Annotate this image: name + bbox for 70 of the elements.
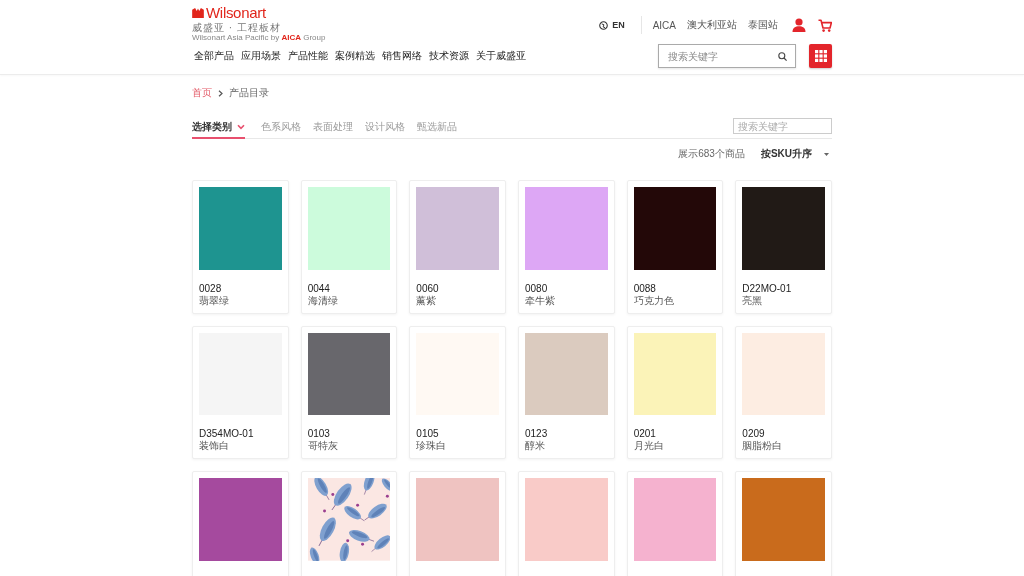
product-card[interactable]: 0123 醇米 — [518, 325, 615, 460]
product-name: 薰紫 — [416, 294, 438, 306]
brand-name: Wilsonart — [206, 5, 266, 21]
nav-link[interactable]: 产品性能 — [288, 44, 328, 68]
result-count: 展示683个商品 — [678, 147, 745, 161]
site-link[interactable]: 泰国站 — [748, 18, 778, 32]
product-name: 牵牛紫 — [525, 294, 556, 306]
logo-icon — [192, 8, 204, 18]
product-name: 海清绿 — [307, 294, 339, 306]
product-code: 0105 — [416, 428, 440, 440]
product-card[interactable]: 0103 哥特灰 — [300, 325, 398, 460]
brand-subline: Wilsonart Asia Pacific by AICA Group — [192, 33, 326, 43]
cart-icon[interactable] — [818, 18, 832, 32]
product-card[interactable] — [300, 471, 398, 576]
product-code: 0080 — [525, 282, 549, 295]
nav-link[interactable]: 应用场景 — [241, 44, 281, 68]
globe-icon — [599, 20, 609, 30]
search-field[interactable]: 搜索关键字 — [658, 44, 796, 68]
search-field[interactable]: 搜索关键字 — [733, 118, 832, 134]
nav-link[interactable]: 技术资源 — [429, 44, 469, 68]
product-card[interactable]: 0105 珍珠白 — [409, 325, 506, 460]
product-code: 0209 — [742, 428, 766, 441]
user-icon[interactable] — [792, 18, 806, 32]
product-name: 巧克力色 — [633, 294, 675, 306]
product-code: 0123 — [525, 428, 549, 441]
chevron-right-icon — [218, 89, 223, 97]
site-link[interactable]: 澳大利亚站 — [687, 18, 737, 32]
product-card[interactable]: D22MO-01 亮黑 — [735, 180, 832, 314]
breadcrumb-current: 产品目录 — [229, 86, 269, 100]
product-code: 0201 — [633, 428, 657, 441]
filter-tab[interactable]: 选择类别 — [192, 116, 245, 139]
product-card[interactable]: 0088 巧克力色 — [626, 180, 724, 314]
product-name: 装饰白 — [199, 440, 230, 452]
product-name: 珍珠白 — [416, 440, 448, 452]
product-code: 0060 — [416, 282, 440, 295]
language-button[interactable]: EN — [599, 20, 625, 30]
product-name: 胭脂粉白 — [742, 440, 784, 452]
product-card[interactable]: 0209 胭脂粉白 — [735, 325, 832, 460]
product-name: 月光白 — [633, 440, 665, 452]
product-card[interactable]: 0044 海清绿 — [300, 180, 398, 314]
product-card[interactable]: 0080 牵牛紫 — [518, 180, 615, 314]
chevron-down-icon — [237, 123, 245, 130]
nav-link[interactable]: 案例精选 — [335, 44, 375, 68]
breadcrumb-link[interactable]: 首页 — [192, 86, 212, 100]
brand-tagline: 威盛亚 · 工程板材 — [192, 22, 281, 33]
product-code: 0028 — [199, 282, 223, 295]
product-code: 0088 — [633, 282, 657, 295]
product-code: D354MO-01 — [199, 428, 255, 440]
product-name: 醇米 — [525, 440, 546, 452]
product-card[interactable] — [735, 471, 832, 576]
product-code: 0103 — [307, 428, 331, 440]
nav-link[interactable]: 全部产品 — [194, 44, 234, 68]
product-code: 0044 — [307, 282, 331, 295]
product-name: 翡翠绿 — [199, 294, 230, 306]
product-card[interactable]: D354MO-01 装饰白 — [192, 325, 289, 460]
search-icon[interactable] — [778, 52, 787, 61]
grid-icon — [814, 50, 827, 62]
product-name: 哥特灰 — [307, 440, 339, 452]
site-link[interactable]: AICA — [652, 19, 676, 31]
caret-down-icon — [824, 152, 829, 156]
nav-link[interactable]: 销售网络 — [382, 44, 422, 68]
product-card[interactable]: 0201 月光白 — [626, 325, 724, 460]
nav-link[interactable]: 关于威盛亚 — [476, 44, 526, 68]
product-code: D22MO-01 — [742, 282, 793, 295]
product-name: 亮黑 — [742, 294, 764, 306]
grid-button[interactable] — [809, 44, 832, 68]
product-card[interactable] — [192, 471, 289, 576]
product-card[interactable]: 0028 翡翠绿 — [192, 180, 289, 314]
product-card[interactable]: 0060 薰紫 — [409, 180, 506, 314]
sort-dropdown[interactable]: 按SKU升序 — [760, 147, 832, 161]
